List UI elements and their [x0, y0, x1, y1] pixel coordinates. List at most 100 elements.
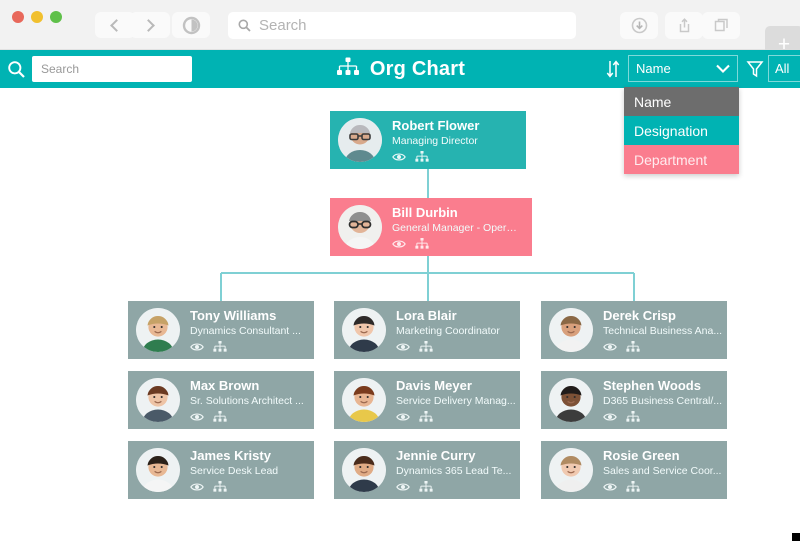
eye-icon[interactable]: [392, 239, 406, 249]
eye-icon[interactable]: [396, 482, 410, 492]
hierarchy-icon[interactable]: [213, 480, 227, 493]
eye-icon[interactable]: [190, 412, 204, 422]
card-role: Sales and Service Coor...: [603, 464, 722, 477]
card-info: James Kristy Service Desk Lead: [190, 448, 278, 493]
hierarchy-icon[interactable]: [419, 340, 433, 353]
corner-marker: [792, 533, 800, 541]
card-role: D365 Business Central/...: [603, 394, 723, 407]
org-card-root[interactable]: Robert Flower Managing Director: [330, 111, 526, 169]
chevron-left-icon: [110, 18, 123, 32]
hierarchy-icon[interactable]: [419, 410, 433, 423]
reader-view-button[interactable]: [172, 12, 210, 38]
filter-icon: [746, 60, 764, 77]
hierarchy-icon[interactable]: [213, 410, 227, 423]
org-card-team-member[interactable]: James Kristy Service Desk Lead: [128, 441, 314, 499]
filter-value-select[interactable]: All: [768, 55, 800, 82]
app-search-placeholder: Search: [41, 62, 80, 76]
card-name: Lora Blair: [396, 307, 457, 323]
url-search-field[interactable]: Search: [228, 12, 576, 39]
dropdown-option-name[interactable]: Name: [624, 87, 739, 116]
card-info: Davis Meyer Service Delivery Manag...: [396, 378, 516, 423]
back-button[interactable]: [95, 12, 135, 38]
card-role: Marketing Coordinator: [396, 324, 500, 337]
hierarchy-icon[interactable]: [626, 410, 640, 423]
eye-icon[interactable]: [392, 152, 406, 162]
avatar: [136, 378, 180, 422]
card-actions: [392, 150, 479, 163]
card-info: Tony Williams Dynamics Consultant ...: [190, 308, 301, 353]
hierarchy-icon[interactable]: [415, 150, 429, 163]
eye-icon[interactable]: [396, 412, 410, 422]
card-info: Bill Durbin General Manager - Opera...: [392, 205, 520, 250]
org-card-team-member[interactable]: Derek Crisp Technical Business Ana...: [541, 301, 727, 359]
minimize-window-button[interactable]: [31, 11, 43, 23]
app-search-icon[interactable]: [3, 60, 29, 79]
tab-overview-button[interactable]: [702, 12, 740, 39]
browser-window: Search + Search Org Chart Name All Name …: [0, 0, 800, 541]
card-name: Davis Meyer: [396, 377, 472, 393]
card-actions: [396, 410, 516, 423]
card-name: Rosie Green: [603, 447, 680, 463]
hierarchy-icon[interactable]: [213, 340, 227, 353]
card-actions: [603, 480, 721, 493]
card-actions: [603, 410, 722, 423]
card-role: Technical Business Ana...: [603, 324, 723, 337]
download-icon: [631, 17, 647, 34]
card-name: James Kristy: [190, 447, 271, 463]
sort-button[interactable]: [601, 57, 625, 81]
app-search-input[interactable]: Search: [32, 56, 192, 82]
avatar: [342, 308, 386, 352]
maximize-window-button[interactable]: [50, 11, 62, 23]
org-card-team-member[interactable]: Tony Williams Dynamics Consultant ...: [128, 301, 314, 359]
org-card-manager[interactable]: Bill Durbin General Manager - Opera...: [330, 198, 532, 256]
dropdown-option-designation[interactable]: Designation: [624, 116, 739, 145]
card-info: Jennie Curry Dynamics 365 Lead Te...: [396, 448, 511, 493]
avatar: [549, 448, 593, 492]
eye-icon[interactable]: [603, 482, 617, 492]
org-card-team-member[interactable]: Max Brown Sr. Solutions Architect ...: [128, 371, 314, 429]
eye-icon[interactable]: [190, 482, 204, 492]
card-actions: [603, 340, 722, 353]
avatar: [136, 308, 180, 352]
card-info: Derek Crisp Technical Business Ana...: [603, 308, 722, 353]
card-role: Managing Director: [392, 134, 478, 147]
card-name: Robert Flower: [392, 117, 480, 133]
card-info: Stephen Woods D365 Business Central/...: [603, 378, 722, 423]
card-actions: [190, 410, 304, 423]
hierarchy-icon[interactable]: [626, 340, 640, 353]
filter-button[interactable]: [744, 56, 766, 81]
avatar: [136, 448, 180, 492]
org-card-team-member[interactable]: Davis Meyer Service Delivery Manag...: [334, 371, 520, 429]
forward-button[interactable]: [130, 12, 170, 38]
card-info: Rosie Green Sales and Service Coor...: [603, 448, 721, 493]
org-card-team-member[interactable]: Stephen Woods D365 Business Central/...: [541, 371, 727, 429]
card-name: Tony Williams: [190, 307, 277, 323]
avatar: [549, 308, 593, 352]
org-card-team-member[interactable]: Lora Blair Marketing Coordinator: [334, 301, 520, 359]
hierarchy-icon[interactable]: [626, 480, 640, 493]
downloads-button[interactable]: [620, 12, 658, 39]
card-actions: [392, 237, 520, 250]
eye-icon[interactable]: [603, 412, 617, 422]
org-card-team-member[interactable]: Jennie Curry Dynamics 365 Lead Te...: [334, 441, 520, 499]
card-role: Service Desk Lead: [190, 464, 279, 477]
hierarchy-icon[interactable]: [415, 237, 429, 250]
eye-icon[interactable]: [190, 342, 204, 352]
card-name: Derek Crisp: [603, 307, 676, 323]
card-name: Stephen Woods: [603, 377, 701, 393]
eye-icon[interactable]: [396, 342, 410, 352]
sort-icon: [606, 60, 620, 78]
hierarchy-icon[interactable]: [419, 480, 433, 493]
share-icon: [679, 18, 689, 33]
tabs-icon: [714, 18, 728, 32]
card-role: Dynamics Consultant ...: [190, 324, 301, 337]
org-card-team-member[interactable]: Rosie Green Sales and Service Coor...: [541, 441, 727, 499]
eye-icon[interactable]: [603, 342, 617, 352]
card-role: Sr. Solutions Architect ...: [190, 394, 304, 407]
sort-field-select[interactable]: Name: [628, 55, 738, 82]
sort-field-dropdown: Name Designation Department: [624, 87, 739, 174]
dropdown-option-department[interactable]: Department: [624, 145, 739, 174]
share-button[interactable]: [665, 12, 703, 39]
close-window-button[interactable]: [12, 11, 24, 23]
card-info: Robert Flower Managing Director: [392, 118, 479, 163]
